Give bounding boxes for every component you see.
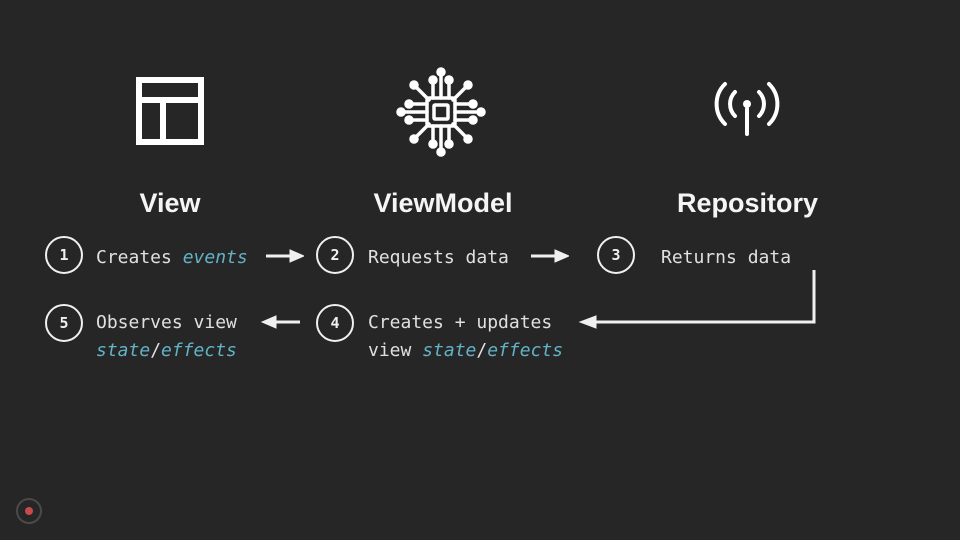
step4-slash: / bbox=[476, 340, 487, 361]
arrow-3-to-4 bbox=[574, 266, 824, 338]
step-number-1: 1 bbox=[45, 236, 83, 274]
column-heading-repository: Repository bbox=[640, 188, 855, 219]
step-text-5: Observes view state/effects bbox=[96, 309, 237, 365]
antenna-icon bbox=[709, 76, 785, 150]
arrow-1-to-2 bbox=[264, 248, 304, 264]
step4-line1: Creates + updates bbox=[368, 312, 552, 333]
step4-highlight-effects: effects bbox=[487, 340, 563, 361]
arrow-2-to-3 bbox=[529, 248, 569, 264]
step5-line1: Observes view bbox=[96, 312, 237, 333]
step-number-2: 2 bbox=[316, 236, 354, 274]
view-icon bbox=[135, 76, 205, 150]
step-number-5: 5 bbox=[45, 304, 83, 342]
step1-highlight-events: events bbox=[183, 247, 248, 268]
arrow-4-to-5 bbox=[258, 314, 302, 330]
step5-highlight-effects: effects bbox=[161, 340, 237, 361]
step4-highlight-state: state bbox=[422, 340, 476, 361]
step4-line2-pre: view bbox=[368, 340, 422, 361]
step-text-1: Creates events bbox=[96, 244, 248, 272]
column-heading-viewmodel: ViewModel bbox=[348, 188, 538, 219]
step5-slash: / bbox=[150, 340, 161, 361]
step-text-4: Creates + updates view state/effects bbox=[368, 309, 563, 365]
step5-highlight-state: state bbox=[96, 340, 150, 361]
step-number-4: 4 bbox=[316, 304, 354, 342]
column-heading-view: View bbox=[90, 188, 250, 219]
step1-pre: Creates bbox=[96, 247, 183, 268]
chip-icon bbox=[393, 64, 489, 164]
step-text-2: Requests data bbox=[368, 244, 509, 272]
record-indicator-icon bbox=[16, 498, 42, 524]
